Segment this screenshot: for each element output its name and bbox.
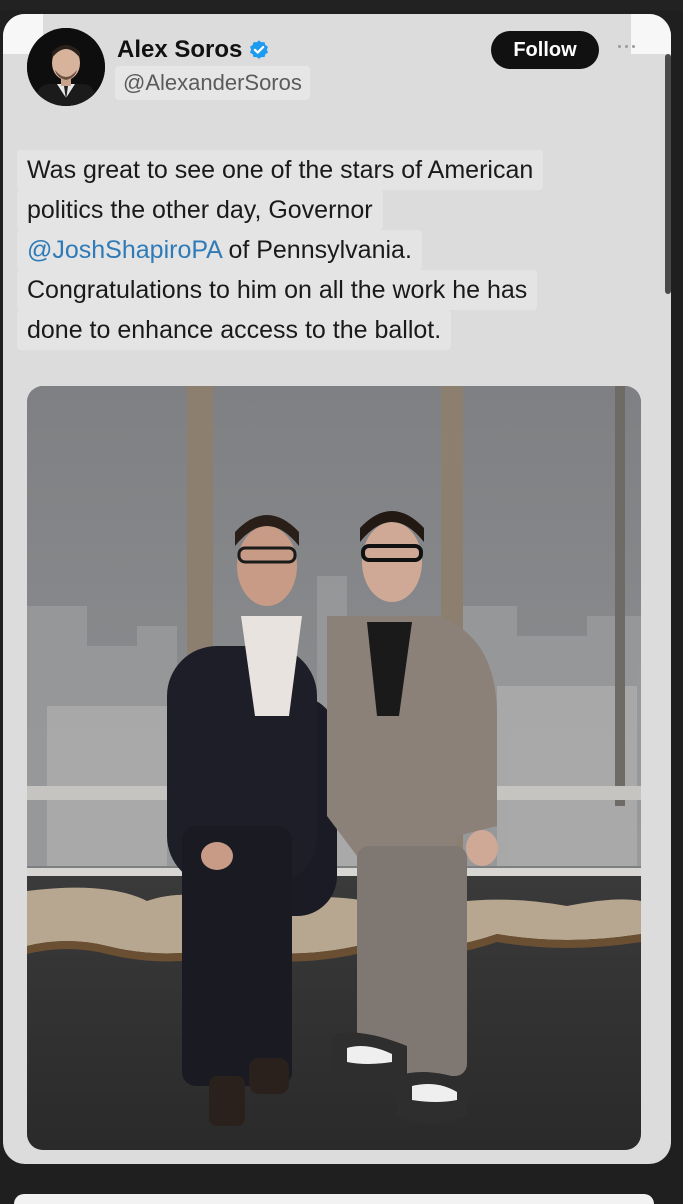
dot (624, 44, 628, 48)
author-name-row: Alex Soros (117, 36, 270, 64)
avatar[interactable] (27, 28, 105, 106)
tweet-line-text: politics the other day, Governor (27, 196, 373, 224)
dot (617, 44, 621, 48)
more-options-icon[interactable] (611, 38, 641, 54)
next-card-edge (14, 1194, 654, 1204)
tweet-text: Was great to see one of the stars of Ame… (17, 150, 657, 350)
tweet-line: @JoshShapiroPA of Pennsylvania. (17, 230, 422, 270)
author-handle[interactable]: @AlexanderSoros (115, 66, 310, 100)
tweet-line-text: of Pennsylvania. (228, 236, 412, 264)
mention-link[interactable]: @JoshShapiroPA (27, 236, 221, 264)
tweet-line: politics the other day, Governor (17, 190, 383, 230)
tweet-line: Congratulations to him on all the work h… (17, 270, 538, 310)
follow-button[interactable]: Follow (491, 31, 599, 69)
top-strip (0, 0, 683, 10)
author-name[interactable]: Alex Soros (117, 36, 242, 64)
verified-badge-icon (250, 40, 269, 59)
tweet-header: Alex Soros @AlexanderSoros Follow (3, 14, 671, 124)
tweet-photo[interactable] (27, 386, 641, 1150)
dot (631, 44, 635, 48)
tweet-line: Was great to see one of the stars of Ame… (17, 150, 544, 190)
tweet-card: Alex Soros @AlexanderSoros Follow Was gr… (3, 14, 671, 1164)
tweet-line: done to enhance access to the ballot. (17, 310, 452, 350)
